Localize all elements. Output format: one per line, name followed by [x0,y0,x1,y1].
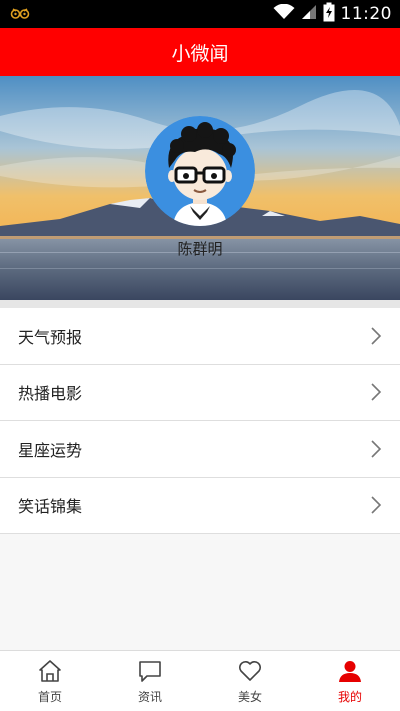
chevron-right-icon [371,327,382,345]
tab-label: 首页 [37,689,62,704]
menu-item-label: 天气预报 [18,327,83,347]
tab-label: 美女 [237,689,262,704]
section-divider [0,300,400,308]
menu-item-weather[interactable]: 天气预报 [0,308,400,365]
user-name: 陈群明 [177,240,223,258]
bottom-tab-bar: 首页 资讯 美女 我的 [0,650,400,711]
chevron-right-icon [371,440,382,458]
app-title: 小微闻 [171,42,229,65]
cartoon-avatar-icon[interactable] [145,116,255,226]
tab-home[interactable]: 首页 [0,651,100,711]
tab-label: 我的 [337,689,362,704]
tab-label: 资讯 [137,689,162,704]
battery-icon [323,2,335,26]
menu-item-movies[interactable]: 热播电影 [0,364,400,421]
owl-glasses-icon [10,5,30,24]
user-icon [339,660,361,682]
app-title-bar: 小微闻 [0,28,400,76]
signal-icon [301,4,317,24]
heart-icon [239,660,261,681]
home-icon [39,659,61,682]
menu-item-label: 笑话锦集 [18,497,83,517]
chevron-right-icon [371,383,382,401]
wifi-icon [273,3,295,24]
chevron-right-icon [371,496,382,514]
tab-beauty[interactable]: 美女 [200,651,300,711]
message-icon [139,660,161,682]
menu-item-label: 热播电影 [18,384,83,404]
menu-item-jokes[interactable]: 笑话锦集 [0,477,400,534]
menu-item-label: 星座运势 [18,440,83,460]
profile-banner: 陈群明 [0,76,400,300]
menu-list: 天气预报 热播电影 星座运势 笑话锦集 [0,308,400,534]
status-bar: 11:20 [0,0,400,28]
tab-mine[interactable]: 我的 [300,651,400,711]
tab-news[interactable]: 资讯 [100,651,200,711]
menu-item-horoscope[interactable]: 星座运势 [0,421,400,478]
status-time: 11:20 [340,4,392,24]
